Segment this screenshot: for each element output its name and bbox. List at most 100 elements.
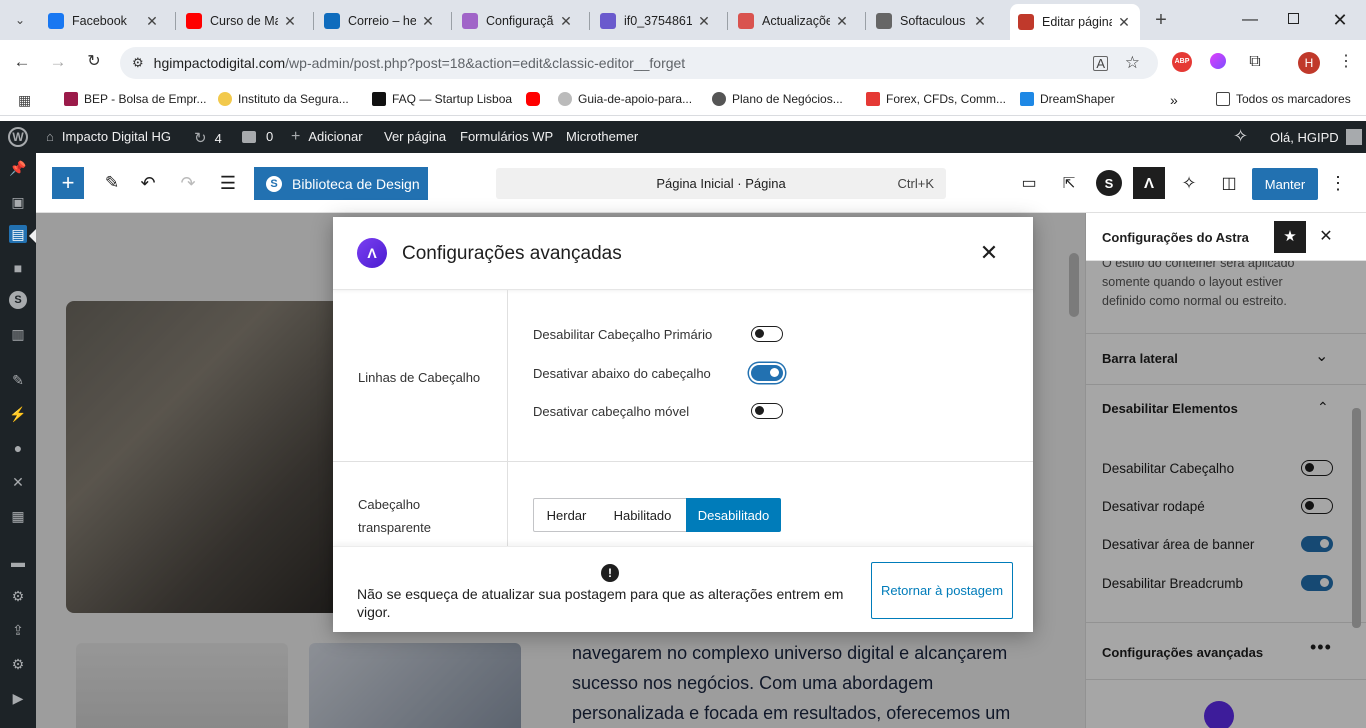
close-tab-icon[interactable]: ✕ bbox=[972, 13, 988, 30]
view-page-link[interactable]: Ver página bbox=[384, 129, 446, 144]
return-to-post-button[interactable]: Retornar à postagem bbox=[871, 562, 1013, 619]
extension-gradient-icon[interactable] bbox=[1210, 53, 1226, 69]
wordpress-logo-icon[interactable]: W bbox=[8, 127, 28, 147]
all-bookmarks-folder[interactable]: Todos os marcadores bbox=[1216, 92, 1351, 106]
media-icon[interactable]: ▣ bbox=[9, 193, 27, 211]
browser-tab[interactable]: if0_3754861 ✕ bbox=[592, 6, 720, 36]
transparent-header-label: Cabeçalho transparente bbox=[358, 497, 431, 535]
bookmark-item[interactable]: Plano de Negócios... bbox=[712, 92, 843, 106]
upload-icon[interactable]: ⇪ bbox=[9, 621, 27, 639]
bep-icon bbox=[64, 92, 78, 106]
astra-settings-icon[interactable]: Λ bbox=[1133, 167, 1165, 199]
translate-icon[interactable]: A bbox=[1093, 55, 1108, 71]
profile-avatar[interactable]: H bbox=[1298, 52, 1320, 74]
wp-forms-link[interactable]: Formulários WP bbox=[460, 129, 553, 144]
browser-tab[interactable]: Curso de Ma ✕ bbox=[178, 6, 306, 36]
pages-icon[interactable]: ▤ bbox=[9, 225, 27, 243]
spectra-logo-icon[interactable]: S bbox=[1096, 170, 1122, 196]
bookmark-item[interactable]: Instituto da Segura... bbox=[218, 92, 349, 106]
adblock-icon[interactable]: ABP bbox=[1172, 52, 1192, 72]
users-icon[interactable]: ● bbox=[9, 439, 27, 457]
browser-tab[interactable]: Configuraçã ✕ bbox=[454, 6, 582, 36]
site-info-icon[interactable]: ⚙ bbox=[132, 55, 144, 71]
reload-button[interactable]: ↻ bbox=[84, 52, 104, 72]
settings-grid-icon[interactable]: ▦ bbox=[9, 507, 27, 525]
preview-desktop-icon[interactable]: ▭ bbox=[1014, 167, 1044, 199]
bookmark-item[interactable]: FAQ — Startup Lisboa bbox=[372, 92, 512, 106]
s-logo-icon[interactable]: S bbox=[9, 291, 27, 309]
bookmark-item[interactable]: Forex, CFDs, Comm... bbox=[866, 92, 1006, 106]
browser-tab[interactable]: Actualizaçõe ✕ bbox=[730, 6, 858, 36]
close-tab-icon[interactable]: ✕ bbox=[282, 13, 298, 30]
close-tab-icon[interactable]: ✕ bbox=[144, 13, 160, 30]
tools-icon[interactable]: ✕ bbox=[9, 473, 27, 491]
extensions-puzzle-icon[interactable]: ⧉ bbox=[1245, 52, 1265, 72]
close-icon[interactable]: ✕ bbox=[977, 239, 1001, 267]
pin-icon[interactable]: 📌 bbox=[9, 159, 27, 177]
comments-menu-icon[interactable]: ■ bbox=[9, 259, 27, 277]
apps-grid-icon[interactable]: ▦ bbox=[18, 92, 34, 108]
bookmark-item[interactable]: BEP - Bolsa de Empr... bbox=[64, 92, 207, 106]
header-toggle-switch[interactable] bbox=[751, 403, 783, 419]
gear-icon[interactable]: ⚙ bbox=[9, 587, 27, 605]
pin-star-button[interactable]: ★ bbox=[1274, 221, 1306, 253]
cog-icon[interactable]: ⚙ bbox=[9, 655, 27, 673]
redo-icon[interactable]: ↷ bbox=[172, 167, 204, 199]
comments-link[interactable]: 0 bbox=[242, 129, 273, 144]
ai-assistant-icon[interactable]: ✧ bbox=[1174, 167, 1204, 199]
browser-menu-icon[interactable]: ⋮ bbox=[1338, 50, 1354, 74]
ai-sparkle-icon[interactable]: ✧ bbox=[1233, 126, 1248, 147]
toggle-knob bbox=[770, 368, 779, 377]
add-block-button[interactable]: + bbox=[52, 167, 84, 199]
browser-tab[interactable]: Facebook ✕ bbox=[40, 6, 168, 36]
appearance-icon[interactable]: ✎ bbox=[9, 371, 27, 389]
close-tab-icon[interactable]: ✕ bbox=[1116, 14, 1132, 31]
url-bar[interactable]: ⚙ hgimpactodigital.com/wp-admin/post.php… bbox=[120, 47, 1158, 79]
bookmark-star-icon[interactable]: ☆ bbox=[1125, 53, 1140, 73]
updates-link[interactable]: ↻ 4 bbox=[194, 129, 222, 147]
modal-header: Λ Configurações avançadas ✕ bbox=[333, 217, 1033, 290]
window-minimize-button[interactable]: — bbox=[1240, 8, 1260, 32]
bookmark-item[interactable] bbox=[526, 92, 546, 106]
view-page-external-icon[interactable]: ⇱ bbox=[1054, 167, 1084, 199]
back-button[interactable]: ← bbox=[12, 52, 32, 72]
add-new-link[interactable]: + Adicionar bbox=[291, 129, 363, 145]
browser-tab[interactable]: Softaculous ✕ bbox=[868, 6, 996, 36]
tab-title: Softaculous bbox=[900, 14, 966, 28]
close-tab-icon[interactable]: ✕ bbox=[696, 13, 712, 30]
close-panel-icon[interactable]: ✕ bbox=[1316, 223, 1336, 251]
document-title-bar[interactable]: Página Inicial · Página Ctrl+K bbox=[496, 168, 946, 199]
new-tab-button[interactable]: + bbox=[1150, 8, 1172, 32]
header-toggle-switch[interactable] bbox=[751, 365, 783, 381]
header-toggle-switch[interactable] bbox=[751, 326, 783, 342]
microthemer-link[interactable]: Microthemer bbox=[566, 129, 638, 144]
window-close-button[interactable]: ✕ bbox=[1330, 8, 1350, 32]
close-tab-icon[interactable]: ✕ bbox=[420, 13, 436, 30]
bookmark-item[interactable]: DreamShaper bbox=[1020, 92, 1115, 106]
folder-menu-icon[interactable]: ▬ bbox=[9, 553, 27, 571]
pencil-tool-icon[interactable]: ✎ bbox=[96, 167, 128, 199]
design-library-button[interactable]: S Biblioteca de Design bbox=[254, 167, 428, 200]
plugins-icon[interactable]: ⚡ bbox=[9, 405, 27, 423]
close-tab-icon[interactable]: ✕ bbox=[834, 13, 850, 30]
segment-disabled[interactable]: Desabilitado bbox=[686, 498, 781, 532]
tab-active[interactable]: Editar página ✕ bbox=[1010, 4, 1140, 40]
undo-icon[interactable]: ↶ bbox=[132, 167, 164, 199]
play-icon[interactable]: ▶ bbox=[9, 689, 27, 707]
forward-button[interactable]: → bbox=[48, 52, 68, 72]
site-name-link[interactable]: ⌂ Impacto Digital HG bbox=[46, 129, 171, 144]
document-overview-icon[interactable]: ☰ bbox=[212, 167, 244, 199]
settings-panel-toggle-icon[interactable]: ◫ bbox=[1214, 167, 1244, 199]
browser-tab[interactable]: Correio – her ✕ bbox=[316, 6, 444, 36]
bookmark-item[interactable]: Guia-de-apoio-para... bbox=[558, 92, 692, 106]
options-menu-icon[interactable]: ⋮ bbox=[1328, 167, 1348, 199]
account-menu[interactable]: Olá, HGIPD bbox=[1270, 129, 1362, 145]
window-restore-button[interactable] bbox=[1288, 13, 1299, 24]
bookmarks-overflow-button[interactable]: » bbox=[1170, 92, 1178, 108]
tab-search-button[interactable]: ⌄ bbox=[10, 10, 30, 30]
segment-inherit[interactable]: Herdar bbox=[533, 498, 600, 532]
segment-enabled[interactable]: Habilitado bbox=[599, 498, 687, 532]
close-tab-icon[interactable]: ✕ bbox=[558, 13, 574, 30]
save-button[interactable]: Manter bbox=[1252, 168, 1318, 200]
forms-icon[interactable]: ▥ bbox=[9, 325, 27, 343]
